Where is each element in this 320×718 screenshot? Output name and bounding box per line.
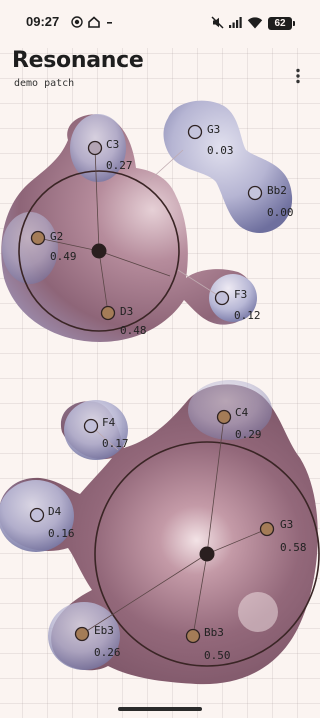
lower-center-handle[interactable] <box>199 546 215 562</box>
link-c3-g3 <box>149 149 184 181</box>
svg-text:F4: F4 <box>102 416 116 429</box>
svg-text:D3: D3 <box>120 305 133 318</box>
svg-text:Eb3: Eb3 <box>94 624 114 637</box>
svg-text:0.58: 0.58 <box>280 541 307 554</box>
svg-text:0.26: 0.26 <box>94 646 121 659</box>
svg-text:0.00: 0.00 <box>267 206 294 219</box>
svg-text:0.16: 0.16 <box>48 527 75 540</box>
svg-text:Bb3: Bb3 <box>204 626 224 639</box>
upper-center-handle[interactable] <box>91 243 107 259</box>
svg-text:0.27: 0.27 <box>106 159 133 172</box>
svg-text:0.50: 0.50 <box>204 649 231 662</box>
svg-text:F3: F3 <box>234 288 247 301</box>
svg-text:C3: C3 <box>106 138 119 151</box>
svg-text:Bb2: Bb2 <box>267 184 287 197</box>
svg-text:G3: G3 <box>207 123 220 136</box>
svg-text:G2: G2 <box>50 230 63 243</box>
svg-text:0.29: 0.29 <box>235 428 262 441</box>
svg-text:D4: D4 <box>48 505 62 518</box>
home-indicator[interactable] <box>118 707 202 711</box>
svg-text:0.12: 0.12 <box>234 309 261 322</box>
patch-canvas[interactable]: C3 0.27 G2 0.49 D3 0.48 F3 0.12 G3 0.03 … <box>0 0 320 718</box>
svg-text:0.03: 0.03 <box>207 144 234 157</box>
svg-text:C4: C4 <box>235 406 249 419</box>
svg-text:G3: G3 <box>280 518 293 531</box>
svg-text:0.17: 0.17 <box>102 437 129 450</box>
svg-text:0.49: 0.49 <box>50 250 77 263</box>
svg-text:0.48: 0.48 <box>120 324 147 337</box>
